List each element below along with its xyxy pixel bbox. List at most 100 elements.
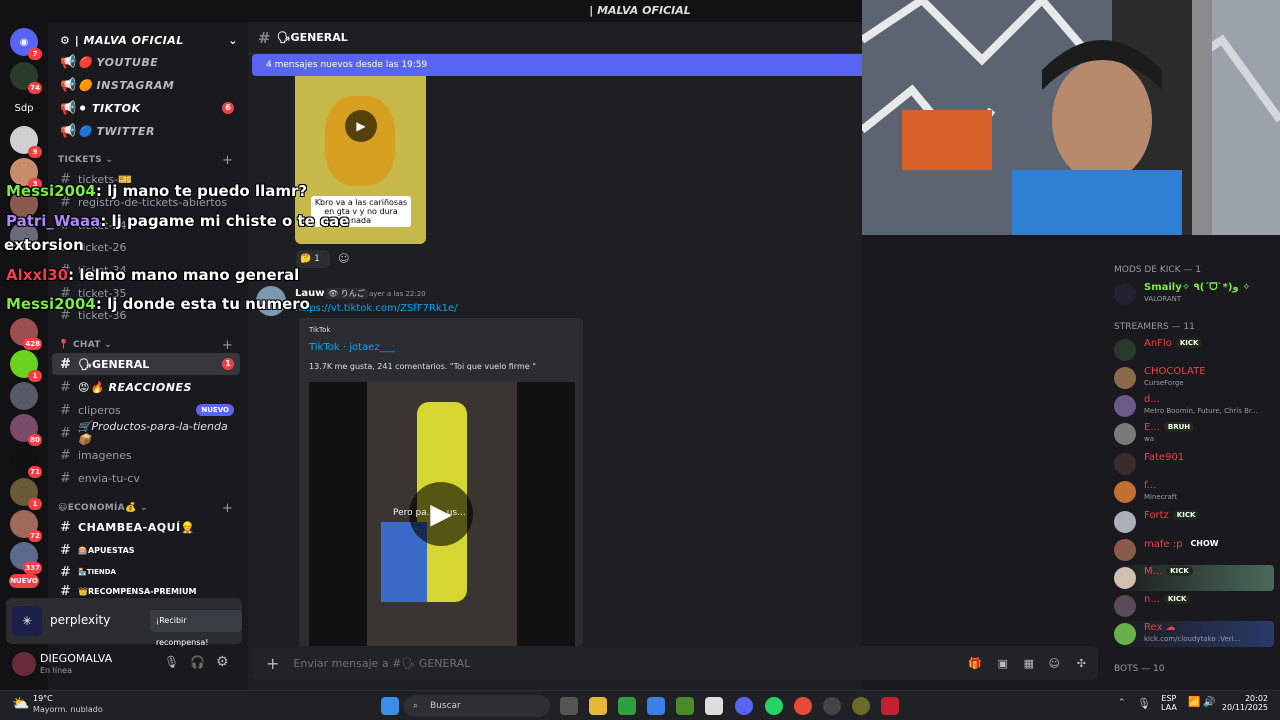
search-box[interactable]: ⌕ Buscar [404, 695, 550, 717]
add-reaction-icon[interactable]: ☺ [338, 252, 349, 265]
new-server-pill[interactable]: NUEVO [9, 574, 39, 588]
member-item[interactable]: d... Metro Boomin, Future, Chris Br... [1114, 393, 1274, 419]
message-composer[interactable]: + Enviar mensaje a #🗣 GENERAL 🎁 ▣ ▦ ☺ ✣ [252, 646, 1098, 680]
plus-icon[interactable]: + [266, 654, 279, 673]
app-icon[interactable] [705, 697, 723, 715]
minecraft-icon[interactable] [676, 697, 694, 715]
gear-icon[interactable]: ⚙ [216, 654, 229, 670]
message-link[interactable]: https://vt.tiktok.com/ZSfF7Rk1e/ [295, 303, 458, 314]
app-icon[interactable] [852, 697, 870, 715]
file-explorer-icon[interactable] [589, 697, 607, 715]
channel-envia-tu-cv[interactable]: # envia-tu-cv [52, 467, 240, 489]
channel-productos[interactable]: # 🛒Productos-para-la-tienda📦 [52, 420, 240, 446]
member-item[interactable]: E... BRUH wa [1114, 421, 1274, 447]
wifi-icon[interactable]: 📶 [1188, 697, 1200, 708]
server-icon[interactable]: 9 [10, 126, 42, 158]
member-item[interactable]: Rex ☁ kick.com/cloudytako :Veri... [1114, 621, 1274, 647]
member-item[interactable]: AnFlo KICK [1114, 337, 1274, 363]
store-icon[interactable] [647, 697, 665, 715]
server-icon[interactable]: 1 [10, 350, 42, 382]
server-icon[interactable] [10, 382, 38, 410]
server-icon[interactable]: 1 [10, 478, 42, 510]
microphone-icon[interactable]: 🎙 [1137, 697, 1151, 710]
avatar [1114, 339, 1136, 361]
member-item[interactable]: CHOCOLATE CurseForge [1114, 365, 1274, 391]
hash-icon: # [60, 542, 71, 558]
channel-apuestas[interactable]: # 🎰 APUESTAS [52, 539, 240, 561]
member-item[interactable]: M... KICK [1114, 565, 1274, 591]
server-badge: 1 [28, 498, 42, 510]
chat-area: # 🗣 GENERAL 4 mensajes nuevos desde las 19… [248, 22, 862, 690]
avatar [1114, 367, 1136, 389]
server-badge: 7 [28, 48, 42, 60]
discord-icon[interactable] [735, 697, 753, 715]
server-icon[interactable]: Sdp [10, 94, 38, 122]
channel-general[interactable]: # 🗣 GENERAL 1 [52, 353, 240, 375]
server-icon[interactable]: 72 [10, 510, 42, 542]
channel-chambea[interactable]: # CHAMBEA-AQUÍ 👷 [52, 516, 240, 538]
channel-cliperos[interactable]: # cliperos NUEVO [52, 399, 240, 421]
server-icon[interactable]: 74 [10, 62, 42, 94]
server-icon[interactable]: 71 [10, 446, 42, 478]
embed-provider: TikTok [309, 326, 331, 334]
start-icon[interactable] [381, 697, 399, 715]
obs-icon[interactable] [823, 697, 841, 715]
link-embed: TikTok TikTok · jotaez___ 13.7K me gusta… [295, 318, 583, 646]
headphones-icon[interactable]: 🎧 [190, 655, 205, 669]
channel-recompensa[interactable]: # 👑 RECOMPENSA-PREMIUM [52, 584, 240, 598]
composer-placeholder[interactable]: Enviar mensaje a #🗣 GENERAL [293, 657, 470, 670]
avatar[interactable] [12, 652, 36, 676]
whatsapp-icon[interactable] [765, 697, 783, 715]
hash-icon: # [258, 28, 271, 47]
server-icon[interactable]: 337 [10, 542, 42, 574]
channel-tiktok[interactable]: 📢 ⚫ TIKTOK 6 [52, 97, 240, 119]
apps-icon[interactable]: ✣ [1077, 657, 1086, 670]
member-item[interactable]: f... Minecraft [1114, 479, 1274, 505]
channel-instagram[interactable]: 📢 🟠 INSTAGRAM [52, 74, 240, 96]
member-item[interactable]: n... KICK [1114, 593, 1274, 619]
emoji-icon[interactable]: ☺ [1049, 657, 1060, 670]
channel-label: 🟠 INSTAGRAM [78, 78, 175, 92]
gift-icon[interactable]: 🎁 [968, 657, 982, 670]
channel-reacciones[interactable]: # 😡🔥 REACCIONES [52, 376, 240, 398]
category-tickets[interactable]: TICKETS ⌄ + [58, 153, 233, 168]
plus-icon[interactable]: + [222, 153, 233, 168]
volume-icon[interactable]: 🔊 [1203, 697, 1215, 708]
app-icon[interactable] [881, 697, 899, 715]
reaction-chip[interactable]: 🤔 1 [296, 250, 330, 268]
weather-icon[interactable]: ⛅ [12, 696, 29, 712]
sticker-icon[interactable]: ▦ [1024, 657, 1034, 670]
member-item[interactable]: Smaily✧ ٩(ˊᗜˋ*)و ✧ VALORANT [1114, 281, 1274, 307]
channel-tienda[interactable]: # 🏪 TIENDA [52, 561, 240, 583]
channel-imagenes[interactable]: # imagenes [52, 444, 240, 466]
new-messages-bar[interactable]: 4 mensajes nuevos desde las 19:59 [252, 54, 862, 76]
xbox-icon[interactable] [618, 697, 636, 715]
chevron-up-icon[interactable]: ⌃ [1118, 698, 1126, 708]
gif-icon[interactable]: ▣ [998, 657, 1008, 670]
member-item[interactable]: mafe :p CHOW [1114, 537, 1274, 563]
plus-icon[interactable]: + [222, 501, 233, 516]
category-economia[interactable]: 😃ECONOMÍA💰 ⌄ + [58, 501, 233, 516]
embed-video[interactable]: ▶ Pero pa... ...us... [309, 382, 575, 646]
member-item[interactable]: Fate901 [1114, 451, 1274, 477]
gear-icon: ⚙ [60, 34, 75, 47]
member-item[interactable]: Fortz KICK [1114, 509, 1274, 535]
channel-twitter[interactable]: 📢 🔵 TWITTER [52, 120, 240, 142]
chrome-icon[interactable] [794, 697, 812, 715]
plus-icon[interactable]: + [222, 338, 233, 353]
embed-title[interactable]: TikTok · jotaez___ [309, 342, 395, 353]
category-chat[interactable]: 📍 CHAT ⌄ + [58, 338, 233, 353]
task-view-icon[interactable] [560, 697, 578, 715]
language-indicator[interactable]: ESP LAA [1161, 694, 1177, 712]
microphone-icon[interactable]: 🎙 [164, 655, 179, 669]
server-icon[interactable]: 428 [10, 318, 42, 350]
server-header[interactable]: ⚙ | MALVA OFICIAL ⌄ [48, 30, 248, 52]
discord-home-icon[interactable]: ◉ 7 [10, 28, 42, 60]
claim-reward-button[interactable]: ¡Recibir recompensa! [150, 610, 242, 647]
stream-chat-message: Alxxl30: lelmo mano mano general [6, 266, 300, 284]
clock[interactable]: 20:02 20/11/2025 [1218, 694, 1268, 712]
server-title: | MALVA OFICIAL [589, 4, 691, 17]
channel-youtube[interactable]: 📢 🔴 YOUTUBE [52, 51, 240, 73]
play-icon[interactable]: ▶ [345, 110, 377, 142]
server-icon[interactable]: 80 [10, 414, 42, 446]
